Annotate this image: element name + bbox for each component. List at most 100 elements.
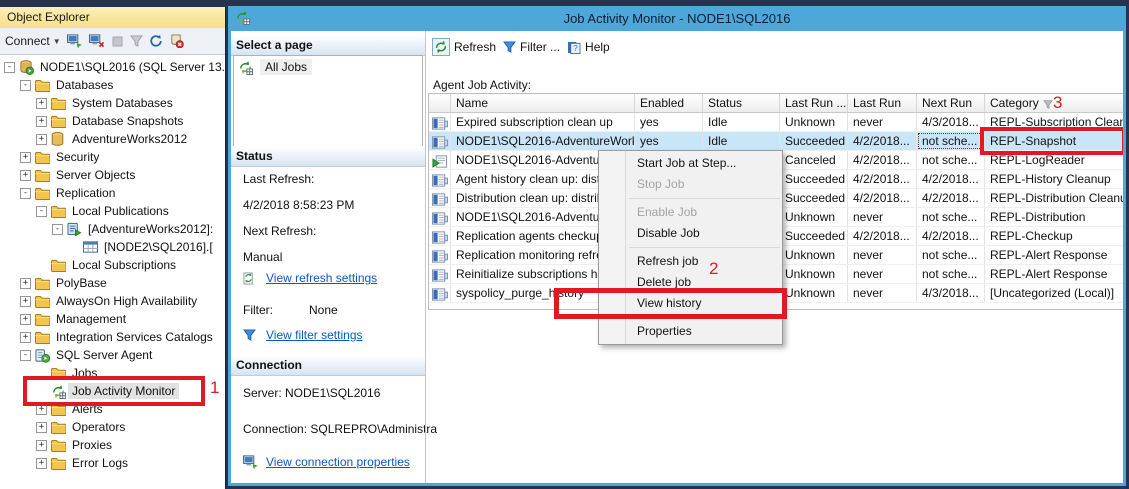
expand-icon[interactable]: + xyxy=(36,97,47,109)
menu-item-view-history[interactable]: View history xyxy=(599,293,782,314)
collapse-icon[interactable]: - xyxy=(20,79,31,91)
expand-icon[interactable]: + xyxy=(36,115,47,127)
collapse-icon[interactable]: - xyxy=(4,61,15,73)
tree-item-alwayson-high-availability[interactable]: + AlwaysOn High Availability xyxy=(0,292,225,310)
cell-enabled[interactable]: yes xyxy=(635,132,703,150)
cell-next-run[interactable]: 4/3/2018... xyxy=(917,113,985,131)
cell-category[interactable]: REPL-Distribution xyxy=(985,208,1123,226)
stop-button[interactable] xyxy=(111,35,124,48)
cell-last-run-outcome[interactable]: Unknown xyxy=(780,246,848,264)
expand-icon[interactable]: + xyxy=(20,277,31,289)
tree-item-jobs[interactable]: Jobs xyxy=(0,364,225,382)
cell-status[interactable]: Idle xyxy=(703,132,780,150)
cell-enabled[interactable]: yes xyxy=(635,113,703,131)
expand-icon[interactable]: + xyxy=(36,439,47,451)
cell-category[interactable]: REPL-History Cleanup xyxy=(985,170,1123,188)
column-header-enabled[interactable]: Enabled xyxy=(635,94,703,112)
cell-last-run-outcome[interactable]: Succeeded xyxy=(780,189,848,207)
cell-category[interactable]: REPL-Snapshot xyxy=(985,132,1123,150)
refresh-button[interactable]: Refresh xyxy=(432,38,496,56)
script-error-button[interactable] xyxy=(169,34,184,48)
column-header-last-run[interactable]: Last Run ... xyxy=(780,94,848,112)
cell-category[interactable]: REPL-LogReader xyxy=(985,151,1123,169)
cell-last-run-outcome[interactable]: Canceled xyxy=(780,151,848,169)
cell-last-run[interactable]: 4/2/2018... xyxy=(848,189,917,207)
tree-item-integration-services-catalogs[interactable]: + Integration Services Catalogs xyxy=(0,328,225,346)
expand-icon[interactable]: + xyxy=(20,295,31,307)
collapse-icon[interactable]: - xyxy=(20,187,31,199)
collapse-icon[interactable]: - xyxy=(36,205,47,217)
cell-last-run-outcome[interactable]: Unknown xyxy=(780,113,848,131)
expand-icon[interactable]: + xyxy=(36,133,47,145)
tree-item-database-snapshots[interactable]: + Database Snapshots xyxy=(0,112,225,130)
cell-last-run[interactable]: never xyxy=(848,265,917,283)
cell-category[interactable]: REPL-Alert Response xyxy=(985,246,1123,264)
expand-icon[interactable]: + xyxy=(36,421,47,433)
menu-item-delete-job[interactable]: Delete job xyxy=(599,272,782,293)
connect-dropdown[interactable]: Connect ▼ xyxy=(5,34,61,48)
cell-last-run-outcome[interactable]: Unknown xyxy=(780,208,848,226)
tree-item-local-publications[interactable]: - Local Publications xyxy=(0,202,225,220)
menu-item-refresh-job[interactable]: Refresh job xyxy=(599,251,782,272)
collapse-icon[interactable]: - xyxy=(52,223,63,235)
tree-item-adventureworks2012[interactable]: - [AdventureWorks2012]: xyxy=(0,220,225,238)
tree-item-replication[interactable]: - Replication xyxy=(0,184,225,202)
tree-item-management[interactable]: + Management xyxy=(0,310,225,328)
view-connection-properties-link[interactable]: View connection properties xyxy=(243,455,410,469)
collapse-icon[interactable]: - xyxy=(20,349,31,361)
connect-server-button[interactable] xyxy=(66,34,83,48)
disconnect-server-button[interactable] xyxy=(88,34,105,48)
cell-last-run[interactable]: 4/2/2018... xyxy=(848,227,917,245)
tree-item-alerts[interactable]: + Alerts xyxy=(0,400,225,418)
tree-item-databases[interactable]: - Databases xyxy=(0,76,225,94)
tree-item-system-databases[interactable]: + System Databases xyxy=(0,94,225,112)
cell-last-run[interactable]: 4/2/2018... xyxy=(848,151,917,169)
cell-last-run[interactable]: never xyxy=(848,284,917,302)
cell-last-run[interactable]: never xyxy=(848,113,917,131)
page-item-all-jobs[interactable]: All Jobs xyxy=(238,59,418,75)
job-row-1[interactable]: NODE1\SQL2016-AdventureWork... yes Idle Suc… xyxy=(429,132,1123,151)
cell-next-run[interactable]: not sche... xyxy=(917,265,985,283)
cell-next-run[interactable]: not sche... xyxy=(917,132,985,150)
cell-last-run-outcome[interactable]: Succeeded xyxy=(780,132,848,150)
cell-next-run[interactable]: 4/2/2018... xyxy=(917,170,985,188)
cell-next-run[interactable]: 4/2/2018... xyxy=(917,227,985,245)
cell-last-run-outcome[interactable]: Succeeded xyxy=(780,170,848,188)
cell-last-run[interactable]: 4/2/2018... xyxy=(848,132,917,150)
expand-icon[interactable]: + xyxy=(36,403,47,415)
tree-item-proxies[interactable]: + Proxies xyxy=(0,436,225,454)
menu-item-properties[interactable]: Properties xyxy=(599,321,782,342)
job-row-0[interactable]: Expired subscription clean up yes Idle Unkn… xyxy=(429,113,1123,132)
expand-icon[interactable]: + xyxy=(20,169,31,181)
help-button[interactable]: ? Help xyxy=(567,40,610,54)
expand-icon[interactable]: + xyxy=(20,313,31,325)
menu-item-disable-job[interactable]: Disable Job xyxy=(599,223,782,244)
expand-icon[interactable]: + xyxy=(20,331,31,343)
tree-item-sql-server-agent[interactable]: - SQL Server Agent xyxy=(0,346,225,364)
cell-next-run[interactable]: 4/2/2018... xyxy=(917,189,985,207)
object-explorer-header[interactable]: Object Explorer xyxy=(0,7,225,28)
cell-last-run-outcome[interactable]: Unknown xyxy=(780,284,848,302)
cell-next-run[interactable]: not sche... xyxy=(917,151,985,169)
tree-item-node1-sql2016-sql-server-13-0-1[interactable]: - NODE1\SQL2016 (SQL Server 13.0.1 xyxy=(0,58,225,76)
column-header-name[interactable]: Name xyxy=(451,94,635,112)
cell-last-run[interactable]: never xyxy=(848,246,917,264)
cell-category[interactable]: [Uncategorized (Local)] xyxy=(985,284,1123,302)
expand-icon[interactable]: + xyxy=(20,151,31,163)
tree-item-operators[interactable]: + Operators xyxy=(0,418,225,436)
view-refresh-settings-link[interactable]: View refresh settings xyxy=(243,271,377,285)
tree-item-error-logs[interactable]: + Error Logs xyxy=(0,454,225,472)
filter-button[interactable]: Filter ... xyxy=(503,40,560,54)
expand-icon[interactable]: + xyxy=(36,457,47,469)
cell-category[interactable]: REPL-Distribution Cleanup xyxy=(985,189,1123,207)
cell-next-run[interactable]: not sche... xyxy=(917,208,985,226)
tree-item-local-subscriptions[interactable]: Local Subscriptions xyxy=(0,256,225,274)
tree-item-job-activity-monitor[interactable]: Job Activity Monitor xyxy=(0,382,225,400)
cell-category[interactable]: REPL-Alert Response xyxy=(985,265,1123,283)
cell-category[interactable]: REPL-Subscription Clean... xyxy=(985,113,1123,131)
column-header-status[interactable]: Status xyxy=(703,94,780,112)
cell-next-run[interactable]: 4/3/2018... xyxy=(917,284,985,302)
cell-next-run[interactable]: not sche... xyxy=(917,246,985,264)
cell-last-run[interactable]: never xyxy=(848,208,917,226)
cell-name[interactable]: NODE1\SQL2016-AdventureWork... xyxy=(451,132,635,150)
